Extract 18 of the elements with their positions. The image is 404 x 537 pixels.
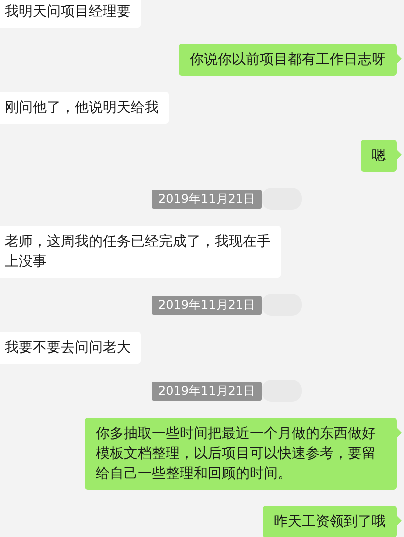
- sent-message: 你多抽取一些时间把最近一个月做的东西做好模板文档整理，以后项目可以快速参考，要留给自己一些整理和回顾的时间。: [85, 418, 397, 490]
- received-message: 我要不要去问问老大: [0, 332, 141, 364]
- redaction-blur: [262, 294, 302, 316]
- timestamp: 2019年11月21日: [152, 190, 262, 208]
- sent-message: 昨天工资领到了哦: [263, 506, 397, 537]
- received-message: 老师，这周我的任务已经完成了，我现在手上没事: [0, 226, 281, 278]
- bubble-tail-icon: [397, 516, 402, 526]
- bubble-tail-icon: [397, 150, 402, 160]
- redaction-blur: [262, 380, 302, 402]
- timestamp: 2019年11月21日: [152, 296, 262, 314]
- redaction-blur: [262, 188, 302, 210]
- received-message: 刚问他了，他说明天给我: [0, 92, 169, 124]
- sent-message: 嗯: [361, 140, 397, 172]
- timestamp: 2019年11月21日: [152, 382, 262, 400]
- sent-message: 你说你以前项目都有工作日志呀: [179, 44, 397, 76]
- received-message: 我明天问项目经理要: [0, 0, 141, 28]
- bubble-tail-icon: [397, 54, 402, 64]
- bubble-tail-icon: [397, 428, 402, 438]
